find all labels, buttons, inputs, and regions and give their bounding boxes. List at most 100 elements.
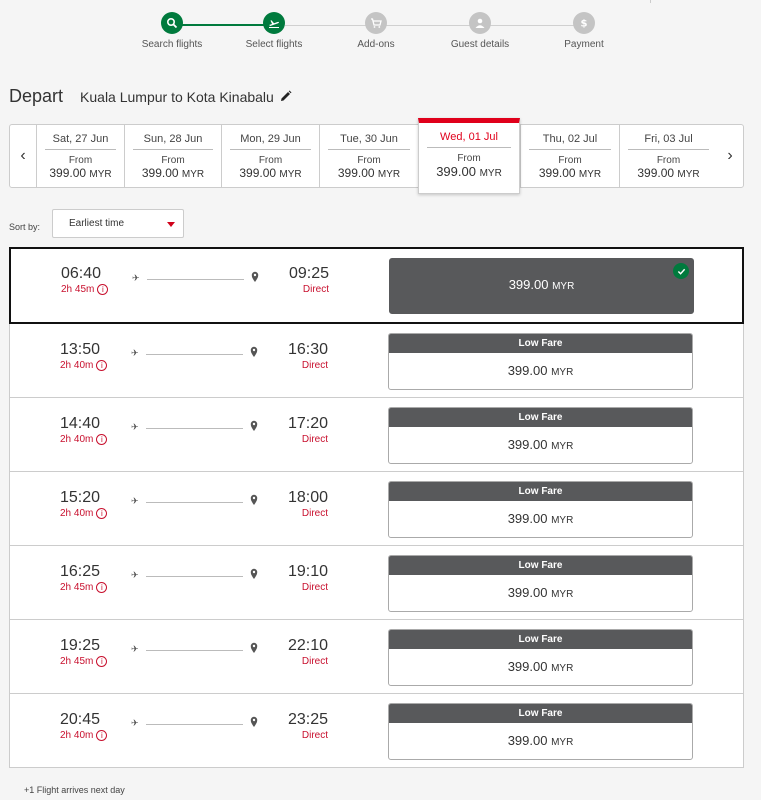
price-value: 399.00 xyxy=(507,437,548,452)
date-price: 399.00 MYR xyxy=(320,166,418,180)
from-label: From xyxy=(68,155,93,166)
info-icon[interactable]: i xyxy=(96,508,108,519)
flight-duration: 2h 40m i xyxy=(60,730,108,741)
fare-price: 399.00 MYR xyxy=(389,511,692,526)
search-icon xyxy=(161,12,183,34)
duration-text: 2h 40m xyxy=(60,730,94,741)
date-option[interactable]: Sat, 27 Jun From 399.00 MYR xyxy=(36,125,124,187)
flight-row: 13:50 2h 40m i ✈ 16:30 Direct Low Fare 399.00 M… xyxy=(9,324,744,398)
fare-price: 399.00 MYR xyxy=(389,363,692,378)
sort-label: Sort by: xyxy=(9,222,41,232)
fare-option[interactable]: Low Fare 399.00 MYR xyxy=(388,333,693,390)
info-icon[interactable]: i xyxy=(96,360,108,371)
departure-time: 06:40 xyxy=(61,265,102,282)
info-icon[interactable]: i xyxy=(96,582,108,593)
info-icon[interactable]: i xyxy=(97,284,109,295)
date-option[interactable]: Mon, 29 Jun From 399.00 MYR xyxy=(221,125,319,187)
prev-dates-button[interactable]: ‹ xyxy=(10,125,36,187)
fare-type-label: Low Fare xyxy=(389,482,692,501)
fare-option[interactable]: Low Fare 399.00 MYR xyxy=(388,629,693,686)
stepper-line-pending xyxy=(285,25,585,26)
from-label: From xyxy=(457,153,481,164)
info-icon[interactable]: i xyxy=(96,434,108,445)
price-value: 399.00 xyxy=(141,166,179,180)
date-option[interactable]: Sun, 28 Jun From 399.00 MYR xyxy=(124,125,221,187)
plane-icon: ✈ xyxy=(131,348,139,358)
next-dates-button[interactable]: › xyxy=(717,125,743,187)
arrival-time: 09:25 xyxy=(288,265,329,282)
svg-text:$: $ xyxy=(581,19,588,30)
step-label: Add-ons xyxy=(357,39,395,50)
date-option[interactable]: Wed, 01 Jul From 399.00 MYR xyxy=(418,118,520,194)
top-edge-divider xyxy=(650,0,660,3)
next-day-footnote: +1 Flight arrives next day xyxy=(24,785,125,795)
duration-text: 2h 40m xyxy=(60,508,94,519)
stops-label: Direct xyxy=(301,656,328,667)
flight-row: 14:40 2h 40m i ✈ 17:20 Direct Low Fare 399.00 M… xyxy=(9,398,744,472)
currency-label: MYR xyxy=(677,169,700,180)
flight-row: 15:20 2h 40m i ✈ 18:00 Direct Low Fare 399.00 M… xyxy=(9,472,744,546)
duration-text: 2h 45m xyxy=(60,656,94,667)
pencil-icon[interactable] xyxy=(280,90,293,103)
flight-row: 19:25 2h 45m i ✈ 22:10 Direct Low Fare 399.00 M… xyxy=(9,620,744,694)
booking-stepper: Search flights Select flights Add-ons Gu… xyxy=(140,12,620,62)
date-label: Sat, 27 Jun xyxy=(45,133,116,150)
step-add-ons[interactable]: Add-ons xyxy=(336,12,416,50)
fare-option[interactable]: Low Fare 399.00 MYR xyxy=(388,481,693,538)
info-icon[interactable]: i xyxy=(96,730,108,741)
duration-text: 2h 45m xyxy=(61,284,95,295)
plane-icon: ✈ xyxy=(131,644,139,654)
flight-duration: 2h 45m i xyxy=(60,582,108,593)
date-price: 399.00 MYR xyxy=(125,166,221,180)
chevron-left-icon: ‹ xyxy=(20,147,26,164)
flight-row: 20:45 2h 40m i ✈ 23:25 Direct Low Fare 399.00 M… xyxy=(9,694,744,768)
date-option[interactable]: Fri, 03 Jul From 399.00 MYR xyxy=(619,125,717,187)
date-option[interactable]: Tue, 30 Jun From 399.00 MYR xyxy=(319,125,418,187)
date-price: 399.00 MYR xyxy=(37,166,124,180)
flight-row: 06:40 2h 45m i ✈ 09:25 Direct 399.00 MYR xyxy=(9,247,744,324)
fare-type-label: Low Fare xyxy=(389,334,692,353)
step-guest-details[interactable]: Guest details xyxy=(440,12,520,50)
date-option[interactable]: Thu, 02 Jul From 399.00 MYR xyxy=(520,125,619,187)
date-label: Thu, 02 Jul xyxy=(529,133,611,150)
price-value: 399.00 xyxy=(507,363,548,378)
fare-price: 399.00 MYR xyxy=(389,437,692,452)
duration-text: 2h 40m xyxy=(60,360,94,371)
price-value: 399.00 xyxy=(508,277,549,292)
chevron-right-icon: › xyxy=(727,147,733,164)
fare-type-label: Low Fare xyxy=(389,704,692,723)
cart-icon xyxy=(365,12,387,34)
caret-down-icon xyxy=(167,222,175,227)
currency-label: MYR xyxy=(551,441,574,452)
flight-duration: 2h 40m i xyxy=(60,360,108,371)
stops-label: Direct xyxy=(301,582,328,593)
flight-duration: 2h 45m i xyxy=(61,284,109,295)
sort-dropdown[interactable]: Earliest time xyxy=(52,209,184,238)
step-payment[interactable]: $ Payment xyxy=(544,12,624,50)
currency-label: MYR xyxy=(377,169,401,180)
step-label: Guest details xyxy=(450,39,510,50)
date-label: Mon, 29 Jun xyxy=(230,133,311,150)
price-value: 399.00 xyxy=(239,166,277,180)
price-value: 399.00 xyxy=(507,511,548,526)
departure-time: 20:45 xyxy=(60,711,101,728)
fare-type-label: Low Fare xyxy=(389,556,692,575)
fare-option[interactable]: 399.00 MYR xyxy=(389,258,694,314)
check-icon xyxy=(673,263,689,279)
price-value: 399.00 xyxy=(436,164,476,179)
departure-time: 16:25 xyxy=(60,563,101,580)
fare-option[interactable]: Low Fare 399.00 MYR xyxy=(388,703,693,760)
step-select-flights[interactable]: Select flights xyxy=(234,12,314,50)
date-label: Sun, 28 Jun xyxy=(133,133,213,150)
plane-icon: ✈ xyxy=(132,273,140,283)
duration-text: 2h 45m xyxy=(60,582,94,593)
info-icon[interactable]: i xyxy=(96,656,108,667)
currency-label: MYR xyxy=(551,515,574,526)
price-value: 399.00 xyxy=(507,585,548,600)
currency-label: MYR xyxy=(551,737,574,748)
fare-option[interactable]: Low Fare 399.00 MYR xyxy=(388,555,693,612)
stops-label: Direct xyxy=(302,284,329,295)
fare-option[interactable]: Low Fare 399.00 MYR xyxy=(388,407,693,464)
route-line xyxy=(146,576,243,577)
step-search-flights[interactable]: Search flights xyxy=(132,12,212,50)
